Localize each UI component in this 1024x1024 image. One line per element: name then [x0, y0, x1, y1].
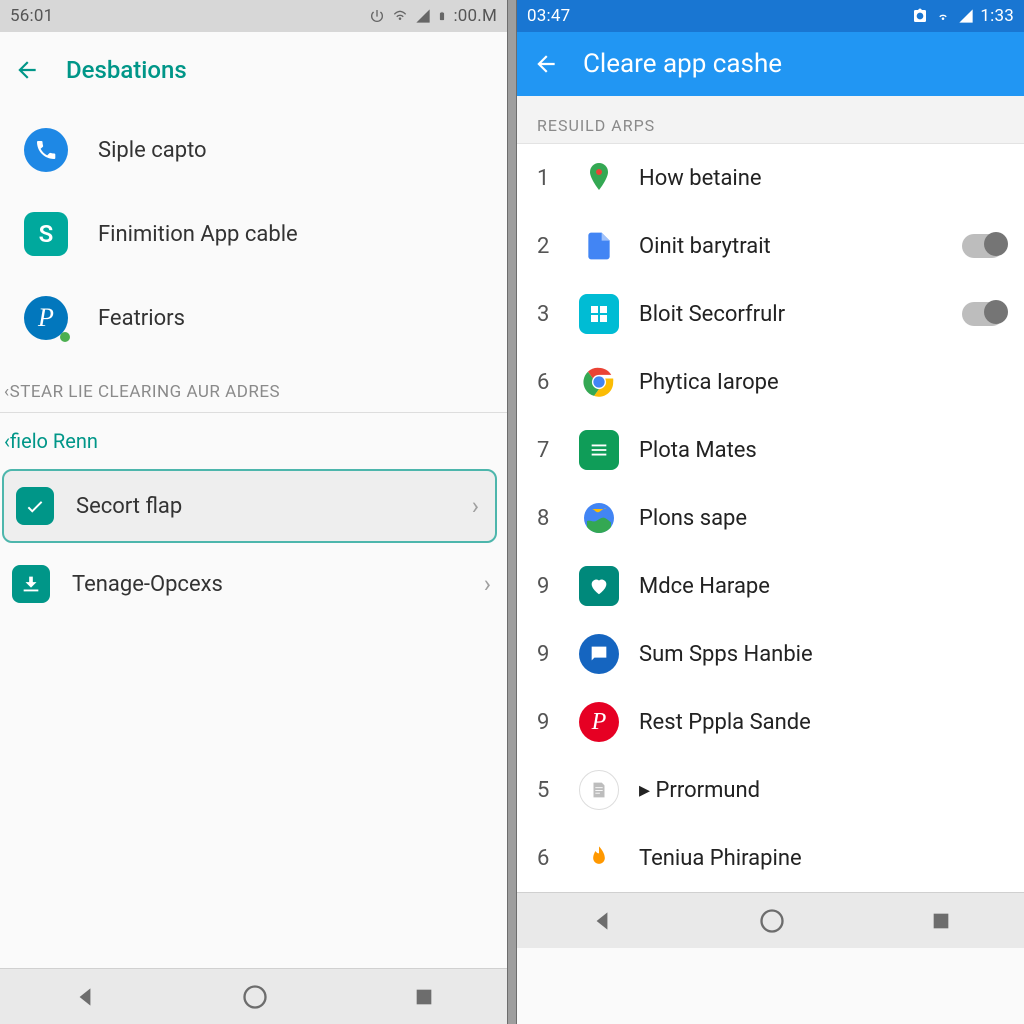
nav-home-icon[interactable] [241, 983, 269, 1011]
back-row[interactable]: Desbations [0, 46, 507, 108]
pinterest-icon: P [38, 303, 54, 333]
nav-bar [0, 968, 507, 1024]
power-icon [369, 8, 385, 24]
row-number: 6 [537, 846, 559, 871]
pinterest-icon: P [592, 709, 607, 736]
status-extra-text: 1:33 [980, 6, 1014, 26]
section-caption: RESUILD ARPS [517, 96, 1024, 144]
app-row[interactable]: 9 P Rest Pppla Sande [517, 688, 1024, 756]
app-name: Oinit barytrait [639, 234, 771, 259]
left-screen: 56:01 :00.M Desbations Siple capto S Fin… [0, 0, 507, 1024]
letter-s-icon: S [39, 220, 54, 248]
page-title: Cleare app cashe [583, 49, 782, 79]
nav-back-icon[interactable] [589, 908, 615, 934]
chevron-right-icon: › [472, 492, 485, 520]
status-extra-text: :00.M [453, 6, 497, 26]
screen-divider [507, 0, 517, 1024]
nav-recent-icon[interactable] [413, 986, 435, 1008]
heart-icon [588, 575, 610, 597]
entry-label: Finimition App cable [98, 222, 298, 247]
nav-home-icon[interactable] [758, 907, 786, 935]
app-row[interactable]: 5 ▸ Prrormund [517, 756, 1024, 824]
app-row[interactable]: 6 Phytica Iarope [517, 348, 1024, 416]
row-number: 2 [537, 234, 559, 259]
app-row[interactable]: 9 Sum Spps Hanbie [517, 620, 1024, 688]
page-icon [588, 779, 610, 801]
app-row[interactable]: 8 Plons sape [517, 484, 1024, 552]
app-row[interactable]: 9 Mdce Harape [517, 552, 1024, 620]
app-row[interactable]: 1 How betaine [517, 144, 1024, 212]
entry-label: Siple capto [98, 138, 207, 163]
app-row[interactable]: 2 Oinit barytrait [517, 212, 1024, 280]
globe-icon [581, 500, 617, 536]
toggle-switch[interactable] [962, 302, 1004, 326]
back-arrow-icon[interactable] [14, 57, 40, 83]
row-number: 1 [537, 166, 559, 191]
generic-app-icon [587, 302, 611, 326]
app-row[interactable]: 6 Teniua Phirapine [517, 824, 1024, 892]
flame-icon [585, 844, 613, 872]
nav-bar [517, 892, 1024, 948]
status-time: 56:01 [10, 6, 53, 26]
check-icon [24, 495, 46, 517]
app-row[interactable]: 3 Bloit Secorfrulr [517, 280, 1024, 348]
nav-back-icon[interactable] [72, 984, 98, 1010]
app-header: Cleare app cashe [517, 32, 1024, 96]
right-screen: 03:47 1:33 Cleare app cashe RESUILD ARPS… [517, 0, 1024, 1024]
app-name: Sum Spps Hanbie [639, 642, 813, 667]
row-tenage-opcexs[interactable]: Tenage-Opcexs › [0, 549, 507, 619]
row-number: 9 [537, 710, 559, 735]
phone-icon [34, 138, 58, 162]
signal-icon [958, 8, 974, 24]
maps-icon [581, 160, 617, 196]
section-caption: ‹STEAR LIE CLEARING AUR ADRES [0, 368, 507, 413]
docs-icon [583, 230, 615, 262]
settings-entry-2[interactable]: P Featriors [0, 276, 507, 360]
download-icon [20, 573, 42, 595]
row-number: 3 [537, 302, 559, 327]
toggle-switch[interactable] [962, 234, 1004, 258]
app-name: Phytica Iarope [639, 370, 779, 395]
row-secort-flap[interactable]: Secort flap › [2, 469, 497, 543]
row-number: 7 [537, 438, 559, 463]
battery-icon [437, 8, 447, 24]
app-name: ▸ Prrormund [639, 778, 760, 803]
screenshot-icon [912, 8, 928, 24]
app-row[interactable]: 7 Plota Mates [517, 416, 1024, 484]
app-name: Plota Mates [639, 438, 757, 463]
row-number: 6 [537, 370, 559, 395]
message-icon [588, 643, 610, 665]
row-label: Tenage-Opcexs [72, 572, 223, 597]
sheets-icon [588, 439, 610, 461]
settings-entry-0[interactable]: Siple capto [0, 108, 507, 192]
back-arrow-icon[interactable] [533, 51, 559, 77]
app-name: Mdce Harape [639, 574, 770, 599]
row-number: 5 [537, 778, 559, 803]
entry-label: Featriors [98, 306, 185, 331]
nav-recent-icon[interactable] [930, 910, 952, 932]
app-name: How betaine [639, 166, 762, 191]
wifi-icon [391, 8, 409, 24]
page-title: Desbations [66, 56, 187, 84]
app-name: Teniua Phirapine [639, 846, 802, 871]
status-dot-icon [60, 332, 70, 342]
signal-icon [415, 8, 431, 24]
row-number: 9 [537, 574, 559, 599]
status-bar-right: 03:47 1:33 [517, 0, 1024, 32]
wifi-icon [934, 8, 952, 24]
link-caption[interactable]: ‹fielo Renn [0, 413, 507, 467]
settings-entry-1[interactable]: S Finimition App cable [0, 192, 507, 276]
status-bar-left: 56:01 :00.M [0, 0, 507, 32]
row-number: 9 [537, 642, 559, 667]
app-list: 1 How betaine 2 Oinit barytrait 3 Bloit … [517, 144, 1024, 892]
app-name: Bloit Secorfrulr [639, 302, 785, 327]
chrome-icon [582, 365, 616, 399]
status-time: 03:47 [527, 6, 570, 26]
chevron-right-icon: › [484, 570, 497, 598]
app-name: Plons sape [639, 506, 747, 531]
app-name: Rest Pppla Sande [639, 710, 811, 735]
row-label: Secort flap [76, 494, 182, 519]
row-number: 8 [537, 506, 559, 531]
